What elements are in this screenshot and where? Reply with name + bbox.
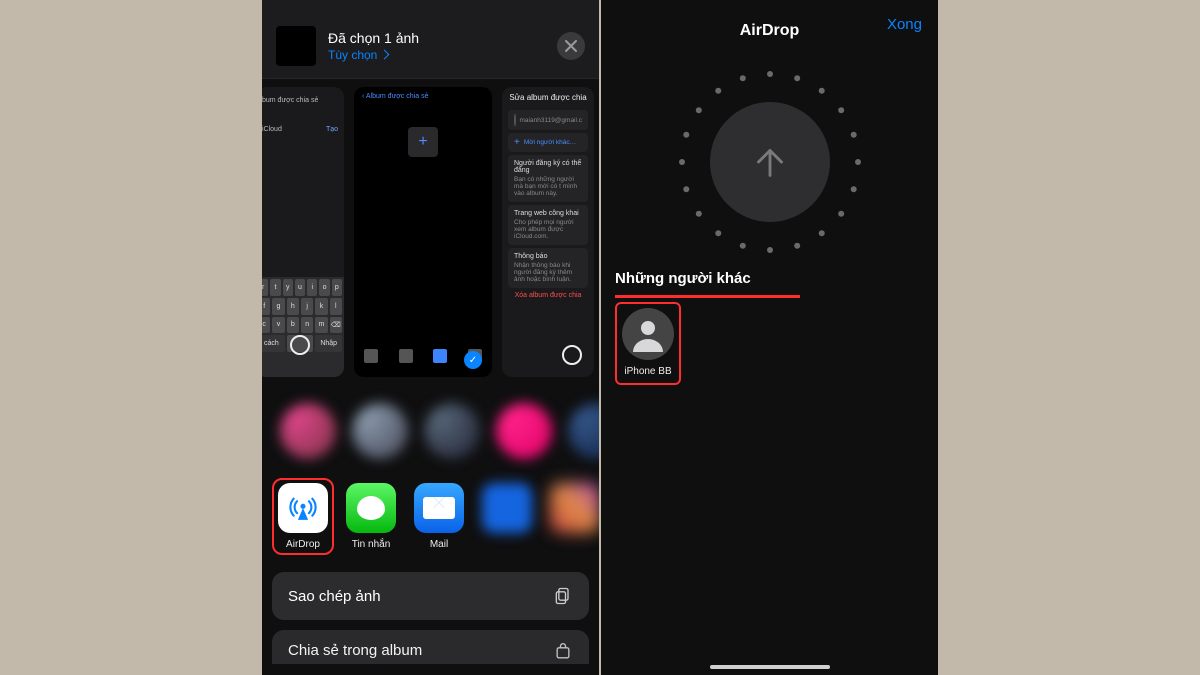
action-copy-photo[interactable]: Sao chép ảnh [272,572,589,620]
app-airdrop[interactable]: AirDrop [278,483,328,550]
action-share-album-label: Chia sẻ trong album [288,642,422,659]
radar-dot-icon [855,159,861,165]
done-button[interactable]: Xong [887,16,922,33]
thumb1-label: bum được chia sẻ [262,97,318,104]
share-header: Đã chọn 1 ảnh Tùy chọn [262,0,599,79]
avatar-icon [514,114,516,126]
radar-dot-icon [683,132,689,138]
radar-dot-icon [679,159,685,165]
device-avatar [622,308,674,360]
blurred-app-icon [550,483,599,533]
selected-thumbnail [276,26,316,66]
action-share-in-album[interactable]: Chia sẻ trong album [272,630,589,664]
plus-tile-icon: + [408,127,438,157]
airdrop-radar [670,62,870,262]
radar-dot-icon [695,107,701,113]
selection-ring-icon [562,345,582,365]
app-messages[interactable]: Tin nhắn [346,483,396,550]
mini-keyboard: rtyuiop fghjkl cvbnm⌫ cách Nhập [262,277,344,377]
close-button[interactable] [557,32,585,60]
phone-share-sheet: Đã chọn 1 ảnh Tùy chọn bum được chia sẻ … [262,0,599,675]
airdrop-header: AirDrop Xong [601,0,938,52]
radar-dot-icon [838,211,844,217]
radar-dot-icon [715,230,721,236]
airdrop-circle [710,102,830,222]
thumb1-icloud-action: Tạo [326,126,338,133]
app-mail[interactable]: Mail [414,483,464,550]
action-copy-label: Sao chép ảnh [288,588,381,605]
app-blurred-1[interactable] [482,483,532,550]
share-options-link[interactable]: Tùy chọn [328,48,545,62]
contact-avatar[interactable] [280,403,336,459]
tutorial-canvas: Đã chọn 1 ảnh Tùy chọn bum được chia sẻ … [0,0,1200,675]
copy-icon [553,586,573,606]
highlight-underline [615,295,800,298]
phone-airdrop: AirDrop Xong Những người khác iPhone BB [601,0,938,675]
thumb3-delete: Xóa album được chia [508,292,588,299]
mail-icon [414,483,464,533]
selection-ring-icon [290,335,310,355]
airdrop-device[interactable]: iPhone BB [615,302,681,385]
app-airdrop-label: AirDrop [286,539,320,550]
contacts-row[interactable] [262,377,599,469]
upload-arrow-icon [747,139,793,185]
airdrop-device-label: iPhone BB [624,366,671,377]
radar-dot-icon [739,243,745,249]
app-mail-label: Mail [430,539,448,550]
airdrop-title: AirDrop [740,22,800,40]
radar-dot-icon [683,186,689,192]
radar-dot-icon [715,88,721,94]
thumb1-icloud: iCloud [262,126,282,133]
share-apps-row: AirDrop Tin nhắn Mail [262,469,599,558]
thumb3-email: maianh3119@gmail.c [520,117,582,124]
home-indicator[interactable] [710,665,830,669]
contact-avatar[interactable] [352,403,408,459]
radar-dot-icon [850,132,856,138]
blurred-app-icon [482,483,532,533]
thumb3-title: Sửa album được chia [508,93,588,102]
airdrop-section-title: Những người khác [601,270,938,293]
contact-avatar[interactable] [496,403,552,459]
actions-list: Sao chép ảnh Chia sẻ trong album [272,572,589,664]
radar-dot-icon [767,71,773,77]
airdrop-icon [278,483,328,533]
thumb2-back: ‹ Album được chia sẻ [354,87,492,106]
radar-dot-icon [794,243,800,249]
app-blurred-2[interactable] [550,483,599,533]
recent-screenshots-row[interactable]: bum được chia sẻ iCloud Tạo rtyuiop fghjk… [262,79,599,377]
screenshot-thumb-2[interactable]: ‹ Album được chia sẻ + ✓ [354,87,492,377]
radar-dot-icon [695,211,701,217]
radar-dot-icon [794,75,800,81]
thumb3-invite: Mời người khác… [524,139,576,146]
close-icon [565,40,577,52]
radar-dot-icon [818,88,824,94]
contact-avatar[interactable] [424,403,480,459]
radar-dot-icon [818,230,824,236]
album-share-icon [553,642,573,662]
contact-avatar[interactable] [568,403,599,459]
share-header-text: Đã chọn 1 ảnh Tùy chọn [328,30,545,62]
person-icon [628,314,668,354]
screenshot-thumb-3[interactable]: Sửa album được chia maianh3119@gmail.c +… [502,87,594,377]
radar-dot-icon [739,75,745,81]
app-messages-label: Tin nhắn [352,539,391,550]
share-title: Đã chọn 1 ảnh [328,30,545,46]
screenshot-thumb-1[interactable]: bum được chia sẻ iCloud Tạo rtyuiop fghjk… [262,87,344,377]
radar-dot-icon [767,247,773,253]
messages-icon [346,483,396,533]
checkmark-badge-icon: ✓ [464,351,482,369]
radar-dot-icon [838,107,844,113]
radar-dot-icon [850,186,856,192]
